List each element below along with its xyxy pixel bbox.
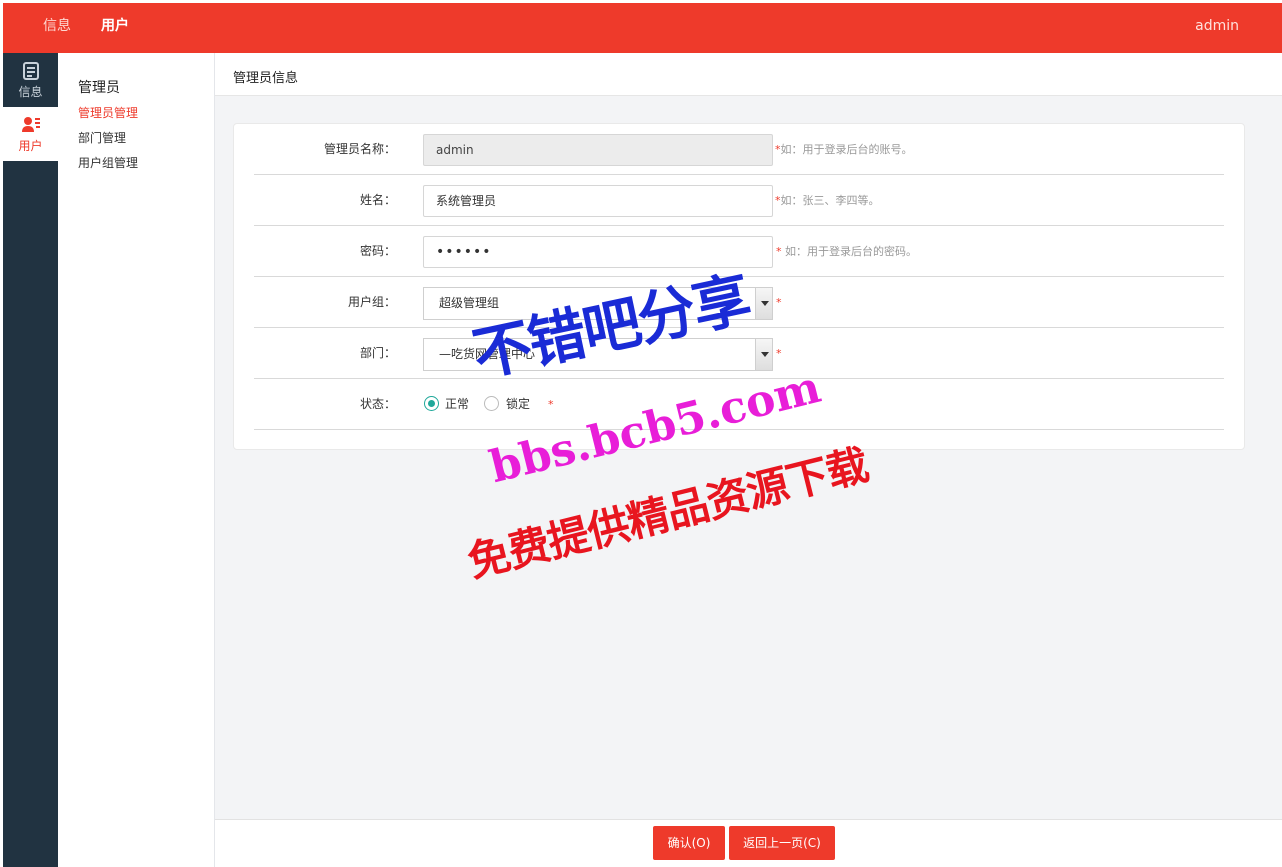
dept-label: 部门： — [359, 346, 396, 360]
status-label: 状态： — [359, 397, 396, 411]
sub-sidebar: 管理员 管理员管理 部门管理 用户组管理 — [58, 53, 215, 867]
chevron-down-icon[interactable] — [755, 339, 772, 370]
password-hint: * 如：用于登录后台的密码。 — [776, 245, 917, 258]
group-label: 用户组： — [347, 295, 396, 309]
group-required-mark: * — [776, 296, 782, 309]
module-rail: 信息 用户 — [3, 53, 58, 867]
rail-item-user-label: 用户 — [18, 139, 43, 153]
confirm-button[interactable]: 确认(O) — [653, 826, 725, 860]
password-label: 密码： — [359, 244, 396, 258]
page-title: 管理员信息 — [233, 71, 299, 86]
top-nav-user[interactable]: 用户 — [101, 3, 129, 53]
admin-name-hint: *如：用于登录后台的账号。 — [775, 143, 913, 156]
sub-sidebar-heading: 管理员 — [78, 80, 120, 96]
top-nav-info[interactable]: 信息 — [43, 3, 71, 53]
admin-name-label: 管理员名称： — [323, 142, 396, 156]
status-normal-label: 正常 — [445, 397, 470, 411]
top-nav-bar: 信息 用户 admin — [3, 3, 1282, 53]
current-user-name[interactable]: admin — [1195, 3, 1239, 49]
chevron-down-icon[interactable] — [755, 288, 772, 319]
user-list-icon — [21, 117, 40, 132]
sidebar-item-group-manage[interactable]: 用户组管理 — [78, 154, 138, 171]
document-icon — [22, 62, 39, 80]
status-locked-radio[interactable] — [484, 396, 499, 411]
form-row-real-name: 姓名： 系统管理员 *如：张三、李四等。 — [254, 175, 1224, 226]
status-locked-label: 锁定 — [506, 397, 531, 411]
rail-item-user[interactable]: 用户 — [3, 107, 58, 161]
admin-name-input[interactable]: admin — [423, 134, 773, 166]
real-name-input[interactable]: 系统管理员 — [423, 185, 773, 217]
status-normal-radio[interactable] — [424, 396, 439, 411]
rail-item-info-label: 信息 — [18, 85, 43, 99]
form-footer: 确认(O) 返回上一页(C) — [215, 819, 1282, 867]
sidebar-item-admin-manage[interactable]: 管理员管理 — [78, 104, 138, 121]
back-button[interactable]: 返回上一页(C) — [729, 826, 835, 860]
real-name-label: 姓名： — [359, 193, 396, 207]
sidebar-item-dept-manage[interactable]: 部门管理 — [78, 129, 126, 146]
form-row-admin-name: 管理员名称： admin *如：用于登录后台的账号。 — [254, 124, 1224, 175]
rail-item-info[interactable]: 信息 — [3, 53, 58, 107]
content-header: 管理员信息 — [215, 53, 1282, 96]
status-required-mark: * — [548, 398, 554, 411]
real-name-hint: *如：张三、李四等。 — [775, 194, 880, 207]
